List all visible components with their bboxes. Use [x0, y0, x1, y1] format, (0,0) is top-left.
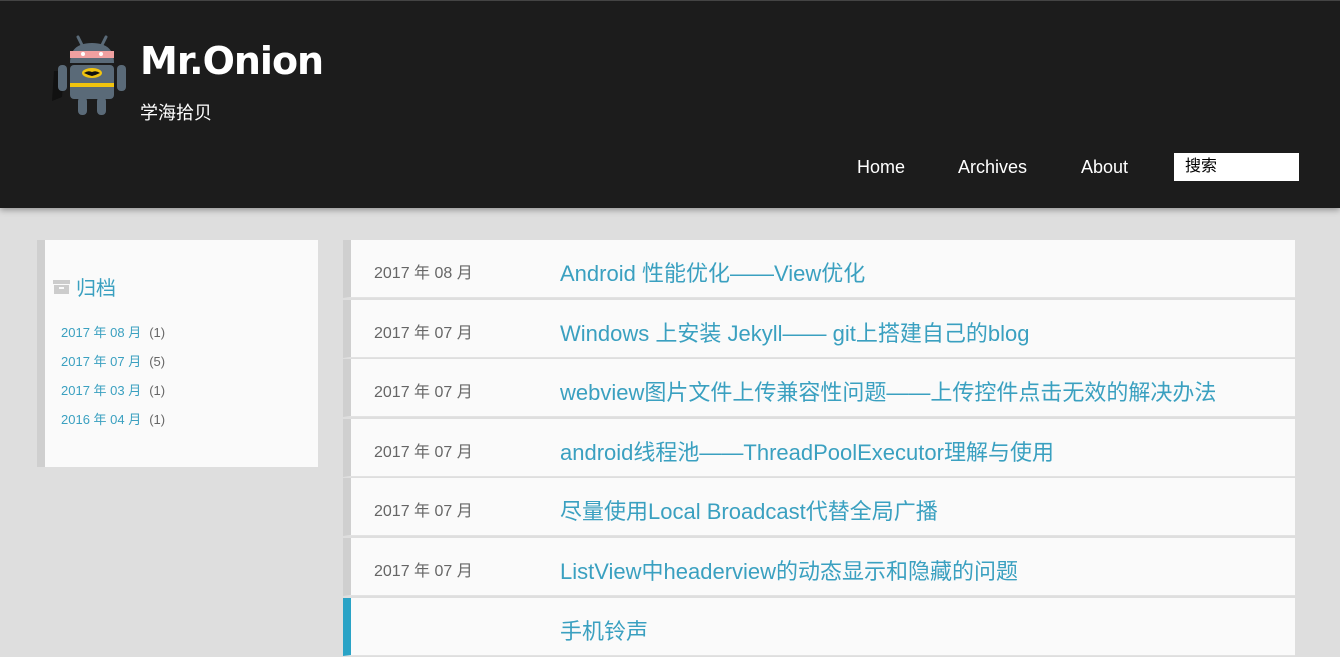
- archive-item: 2017 年 07 月 (5): [61, 351, 165, 380]
- post-date: 2017 年 07 月: [374, 384, 473, 402]
- site-title[interactable]: Mr.Onion: [140, 39, 324, 83]
- archive-count: (1): [149, 383, 166, 398]
- post-date: 2017 年 07 月: [374, 562, 473, 580]
- post-date: 2017 年 07 月: [374, 324, 473, 342]
- post-date: 2017 年 07 月: [374, 443, 473, 461]
- nav-archives[interactable]: Archives: [958, 157, 1027, 178]
- archive-month-link[interactable]: 2016 年 04 月: [61, 412, 141, 427]
- archive-month-link[interactable]: 2017 年 07 月: [61, 354, 141, 369]
- archive-box-icon: [53, 279, 70, 294]
- post-list: 2017 年 08 月 Android 性能优化——View优化 2017 年 …: [343, 240, 1295, 657]
- archive-item: 2016 年 04 月 (1): [61, 409, 165, 438]
- android-batman-logo-icon[interactable]: [50, 31, 130, 119]
- site-header: Mr.Onion 学海拾贝 Home Archives About: [0, 0, 1340, 208]
- post-title-link[interactable]: webview图片文件上传兼容性问题——上传控件点击无效的解决办法: [560, 375, 1216, 407]
- post-row[interactable]: 2017 年 07 月 webview图片文件上传兼容性问题——上传控件点击无效…: [343, 359, 1295, 418]
- site-subtitle: 学海拾贝: [140, 103, 212, 123]
- post-title-link[interactable]: android线程池——ThreadPoolExecutor理解与使用: [560, 435, 1054, 467]
- archive-heading-label: 归档: [76, 278, 116, 300]
- search-input[interactable]: [1174, 153, 1299, 181]
- post-date: 2017 年 08 月: [374, 265, 473, 282]
- post-row[interactable]: 2017 年 07 月 ListView中headerview的动态显示和隐藏的…: [343, 537, 1295, 596]
- archive-month-link[interactable]: 2017 年 03 月: [61, 383, 141, 398]
- post-row-active[interactable]: 手机铃声: [343, 597, 1295, 656]
- post-title-link[interactable]: Android 性能优化——View优化: [560, 256, 865, 288]
- archive-count: (1): [149, 412, 166, 427]
- post-row[interactable]: 2017 年 07 月 android线程池——ThreadPoolExecut…: [343, 418, 1295, 477]
- archive-count: (5): [149, 354, 166, 369]
- post-title-link[interactable]: Windows 上安装 Jekyll—— git上搭建自己的blog: [560, 316, 1029, 348]
- post-date: 2017 年 07 月: [374, 503, 473, 521]
- post-title-link[interactable]: ListView中headerview的动态显示和隐藏的问题: [560, 554, 1018, 586]
- archive-month-link[interactable]: 2017 年 08 月: [61, 325, 141, 340]
- post-row[interactable]: 2017 年 07 月 Windows 上安装 Jekyll—— git上搭建自…: [343, 299, 1295, 358]
- archive-item: 2017 年 03 月 (1): [61, 380, 165, 409]
- nav-home[interactable]: Home: [857, 157, 905, 178]
- post-title-link[interactable]: 手机铃声: [560, 614, 648, 646]
- archive-count: (1): [149, 325, 166, 340]
- archive-item: 2017 年 08 月 (1): [61, 322, 165, 351]
- archive-sidebar: 归档 2017 年 08 月 (1) 2017 年 07 月 (5) 2017 年 …: [37, 240, 318, 467]
- post-row[interactable]: 2017 年 07 月 尽量使用Local Broadcast代替全局广播: [343, 478, 1295, 537]
- archive-list: 2017 年 08 月 (1) 2017 年 07 月 (5) 2017 年 03 …: [61, 322, 165, 438]
- post-row[interactable]: 2017 年 08 月 Android 性能优化——View优化: [343, 240, 1295, 298]
- archive-heading: 归档: [53, 272, 116, 301]
- post-title-link[interactable]: 尽量使用Local Broadcast代替全局广播: [560, 494, 938, 526]
- nav-about[interactable]: About: [1081, 157, 1128, 178]
